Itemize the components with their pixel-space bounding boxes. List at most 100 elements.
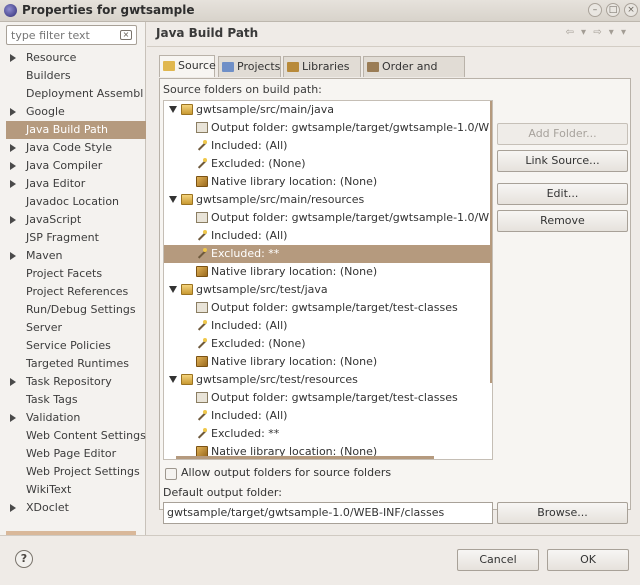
- tree-row[interactable]: Included: (All): [164, 407, 492, 425]
- edit-button[interactable]: Edit...: [497, 183, 628, 205]
- allow-output-folders-label[interactable]: Allow output folders for source folders: [181, 466, 391, 479]
- nav-item-web-content-settings[interactable]: Web Content Settings: [0, 427, 146, 445]
- nav-item-jsp-fragment[interactable]: JSP Fragment: [0, 229, 146, 247]
- help-icon[interactable]: ?: [15, 550, 33, 568]
- tree-source-folder[interactable]: gwtsample/src/main/resources: [164, 191, 492, 209]
- maximize-icon[interactable]: □: [606, 3, 620, 17]
- nav-item-label: Server: [26, 321, 63, 334]
- filter-wand-icon: [196, 338, 208, 349]
- tree-row[interactable]: Excluded: (None): [164, 155, 492, 173]
- tree-row[interactable]: Native library location: (None): [164, 353, 492, 371]
- expand-arrow-icon[interactable]: [10, 378, 16, 386]
- browse-button[interactable]: Browse...: [497, 502, 628, 524]
- nav-item-java-compiler[interactable]: Java Compiler: [0, 157, 146, 175]
- add-folder-button[interactable]: Add Folder...: [497, 123, 628, 145]
- minimize-icon[interactable]: –: [588, 3, 602, 17]
- nav-item-project-references[interactable]: Project References: [0, 283, 146, 301]
- nav-item-java-editor[interactable]: Java Editor: [0, 175, 146, 193]
- nav-item-label: Google: [26, 105, 65, 118]
- libraries-icon: [287, 62, 299, 72]
- expand-arrow-icon[interactable]: [10, 180, 16, 188]
- tree-row[interactable]: Excluded: **: [164, 245, 492, 263]
- tree-row[interactable]: Excluded: **: [164, 425, 492, 443]
- nav-item-task-tags[interactable]: Task Tags: [0, 391, 146, 409]
- tree-row-label: Excluded: (None): [211, 337, 306, 350]
- nav-item-resource[interactable]: Resource: [0, 49, 146, 67]
- nav-item-java-build-path[interactable]: Java Build Path: [6, 121, 146, 139]
- nav-item-server[interactable]: Server: [0, 319, 146, 337]
- expand-arrow-icon[interactable]: [10, 144, 16, 152]
- tree-row[interactable]: Excluded: (None): [164, 335, 492, 353]
- expand-arrow-icon[interactable]: [10, 162, 16, 170]
- tab-source[interactable]: Source: [159, 55, 216, 77]
- tree-source-folder[interactable]: gwtsample/src/main/java: [164, 101, 492, 119]
- filter-field[interactable]: ×: [6, 25, 137, 45]
- tree-vertical-scrollbar[interactable]: [490, 101, 492, 383]
- close-icon[interactable]: ×: [624, 3, 638, 17]
- page-history-arrows[interactable]: ⇦ ▾ ⇨ ▾ ▾: [565, 27, 628, 38]
- nav-item-task-repository[interactable]: Task Repository: [0, 373, 146, 391]
- collapse-arrow-icon[interactable]: [169, 196, 177, 203]
- nav-item-label: Web Project Settings: [26, 465, 140, 478]
- properties-tree: Resource Builders Deployment Assembl Google…: [0, 49, 146, 517]
- nav-item-web-page-editor[interactable]: Web Page Editor: [0, 445, 146, 463]
- tab-order-and-export[interactable]: Order and Export: [363, 56, 465, 93]
- source-folder-icon: [181, 374, 193, 385]
- default-output-folder-input[interactable]: gwtsample/target/gwtsample-1.0/WEB-INF/c…: [163, 502, 493, 524]
- filter-input[interactable]: [11, 28, 119, 42]
- nav-item-validation[interactable]: Validation: [0, 409, 146, 427]
- link-source-button[interactable]: Link Source...: [497, 150, 628, 172]
- nav-item-web-project-settings[interactable]: Web Project Settings: [0, 463, 146, 481]
- nav-item-label: Service Policies: [26, 339, 111, 352]
- tree-source-folder[interactable]: gwtsample/src/test/resources: [164, 371, 492, 389]
- collapse-arrow-icon[interactable]: [169, 106, 177, 113]
- source-folders-tree[interactable]: gwtsample/src/main/java Output folder: gw…: [163, 100, 493, 460]
- tree-row[interactable]: Output folder: gwtsample/target/gwtsampl…: [164, 209, 492, 227]
- collapse-arrow-icon[interactable]: [169, 376, 177, 383]
- tree-horizontal-scrollbar[interactable]: [176, 456, 434, 459]
- native-library-icon: [196, 176, 208, 187]
- tree-row-label: Included: (All): [211, 409, 288, 422]
- tree-row[interactable]: Included: (All): [164, 227, 492, 245]
- allow-output-folders-checkbox[interactable]: [165, 468, 177, 480]
- nav-item-project-facets[interactable]: Project Facets: [0, 265, 146, 283]
- nav-item-xdoclet[interactable]: XDoclet: [0, 499, 146, 517]
- nav-item-javadoc-location[interactable]: Javadoc Location: [0, 193, 146, 211]
- expand-arrow-icon[interactable]: [10, 414, 16, 422]
- nav-item-run-debug-settings[interactable]: Run/Debug Settings: [0, 301, 146, 319]
- expand-arrow-icon[interactable]: [10, 54, 16, 62]
- tree-row[interactable]: Included: (All): [164, 137, 492, 155]
- tree-row[interactable]: Output folder: gwtsample/target/test-cla…: [164, 299, 492, 317]
- tree-row[interactable]: Included: (All): [164, 317, 492, 335]
- ok-button[interactable]: OK: [547, 549, 629, 571]
- nav-item-builders[interactable]: Builders: [0, 67, 146, 85]
- filter-wand-icon: [196, 428, 208, 439]
- tree-row[interactable]: Native library location: (None): [164, 173, 492, 191]
- expand-arrow-icon[interactable]: [10, 216, 16, 224]
- nav-item-label: Web Content Settings: [26, 429, 146, 442]
- nav-item-google[interactable]: Google: [0, 103, 146, 121]
- default-output-folder-label: Default output folder:: [163, 486, 282, 499]
- remove-button[interactable]: Remove: [497, 210, 628, 232]
- nav-item-java-code-style[interactable]: Java Code Style: [0, 139, 146, 157]
- nav-item-wikitext[interactable]: WikiText: [0, 481, 146, 499]
- tab-libraries[interactable]: Libraries: [283, 56, 361, 77]
- tree-row[interactable]: Output folder: gwtsample/target/test-cla…: [164, 389, 492, 407]
- tree-row[interactable]: Native library location: (None): [164, 263, 492, 281]
- nav-item-javascript[interactable]: JavaScript: [0, 211, 146, 229]
- nav-item-service-policies[interactable]: Service Policies: [0, 337, 146, 355]
- expand-arrow-icon[interactable]: [10, 504, 16, 512]
- cancel-button[interactable]: Cancel: [457, 549, 539, 571]
- source-folder-icon: [181, 104, 193, 115]
- nav-item-label: Project References: [26, 285, 129, 298]
- expand-arrow-icon[interactable]: [10, 252, 16, 260]
- tree-source-folder[interactable]: gwtsample/src/test/java: [164, 281, 492, 299]
- nav-item-maven[interactable]: Maven: [0, 247, 146, 265]
- nav-item-deployment-assembl[interactable]: Deployment Assembl: [0, 85, 146, 103]
- clear-filter-icon[interactable]: ×: [120, 30, 132, 40]
- nav-item-targeted-runtimes[interactable]: Targeted Runtimes: [0, 355, 146, 373]
- tree-row[interactable]: Output folder: gwtsample/target/gwtsampl…: [164, 119, 492, 137]
- collapse-arrow-icon[interactable]: [169, 286, 177, 293]
- tab-projects[interactable]: Projects: [218, 56, 281, 77]
- expand-arrow-icon[interactable]: [10, 108, 16, 116]
